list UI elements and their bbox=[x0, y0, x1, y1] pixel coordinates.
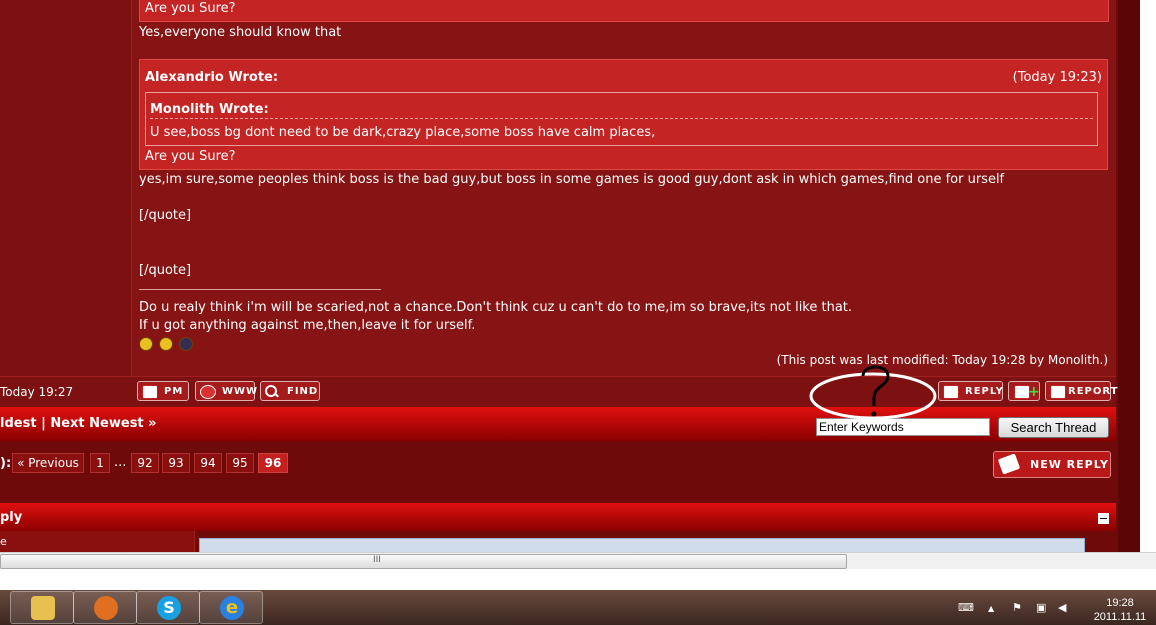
action-center-flag-icon[interactable]: ⚑ bbox=[1012, 601, 1022, 614]
page-button[interactable]: 94 bbox=[194, 453, 222, 473]
horizontal-scrollbar[interactable]: III bbox=[0, 552, 1156, 569]
keyboard-icon[interactable]: ⌨ bbox=[958, 601, 974, 614]
post-close-tag-2: [/quote] bbox=[139, 263, 192, 278]
quote-outer-author: Alexandrio Wrote: bbox=[145, 70, 279, 85]
quote-inner-body: U see,boss bg dont need to be dark,crazy… bbox=[150, 125, 656, 140]
post-time: Today 19:27 bbox=[0, 385, 74, 399]
quick-reply-label-cell: e bbox=[0, 531, 195, 552]
www-button-label: WWW bbox=[222, 386, 259, 397]
volume-icon[interactable]: ◀ bbox=[1058, 601, 1066, 614]
windows-taskbar: S e ⌨ ▲ ⚑ ▣ ◀ bbox=[0, 590, 1156, 625]
add-quote-button[interactable]: + bbox=[1008, 381, 1040, 401]
signature-smilies bbox=[139, 337, 199, 355]
next-newest-link[interactable]: Next Newest » bbox=[50, 416, 156, 431]
post-button-bar: Today 19:27 PM WWW FIND REPLY + REPORT bbox=[0, 376, 1117, 408]
signature-divider bbox=[139, 289, 381, 290]
taskbar-button-internet-explorer[interactable]: e bbox=[199, 591, 263, 624]
quote-outer-date: (Today 19:23) bbox=[1012, 70, 1102, 85]
page-button[interactable]: 93 bbox=[162, 453, 190, 473]
globe-icon bbox=[200, 385, 216, 399]
devil-smiley-icon bbox=[179, 337, 193, 351]
show-hidden-icons-icon[interactable]: ▲ bbox=[988, 604, 994, 613]
quote-outer-tail: Are you Sure? bbox=[145, 149, 236, 164]
angry-smiley-icon bbox=[159, 337, 173, 351]
report-button[interactable]: REPORT bbox=[1045, 381, 1117, 401]
report-icon bbox=[1050, 385, 1066, 399]
taskbar-button-media-player[interactable] bbox=[73, 591, 137, 624]
system-clock[interactable]: 19:28 2011.11.11 bbox=[1090, 596, 1150, 624]
find-button-label: FIND bbox=[287, 386, 319, 397]
magnifier-icon bbox=[265, 385, 279, 397]
thread-nav-links: ldest | Next Newest » bbox=[0, 416, 157, 431]
signature-line-1: Do u realy think i'm will be scaried,not… bbox=[139, 300, 853, 315]
page-button[interactable]: 92 bbox=[131, 453, 159, 473]
forum-page: Are you Sure? Yes,everyone should know t… bbox=[0, 0, 1156, 552]
previous-oldest-link[interactable]: ldest bbox=[0, 416, 37, 431]
quote-inner-author: Monolith Wrote: bbox=[150, 102, 269, 117]
new-reply-button[interactable]: NEW REPLY bbox=[993, 451, 1111, 478]
quote-block-outer: Alexandrio Wrote: (Today 19:23) Monolith… bbox=[139, 59, 1108, 170]
skype-icon: S bbox=[157, 596, 181, 620]
quote-divider bbox=[150, 118, 1093, 119]
collapse-icon[interactable] bbox=[1098, 513, 1109, 524]
www-button[interactable]: WWW bbox=[195, 381, 259, 401]
question-mark-scribble bbox=[809, 365, 937, 420]
page-1-button[interactable]: 1 bbox=[90, 453, 110, 473]
signature-line-2: If u got anything against me,then,leave … bbox=[139, 318, 476, 333]
post-author-column bbox=[0, 0, 132, 376]
reply-button-label: REPLY bbox=[965, 386, 1004, 397]
quote-tail-text: Are you Sure? bbox=[145, 1, 236, 16]
page-right-edge bbox=[1140, 0, 1156, 552]
reply-icon bbox=[943, 385, 959, 399]
media-player-icon bbox=[94, 596, 118, 620]
quote-block-inner: Monolith Wrote: U see,boss bg dont need … bbox=[145, 92, 1098, 146]
quick-reply-title: ply bbox=[0, 510, 23, 525]
angry-smiley-icon bbox=[139, 337, 153, 351]
taskbar-button-explorer[interactable] bbox=[10, 591, 74, 624]
post-reply-line: Yes,everyone should know that bbox=[139, 25, 342, 40]
plus-icon: + bbox=[1028, 384, 1041, 400]
pagination-ellipsis: ... bbox=[114, 455, 127, 470]
folder-icon bbox=[31, 596, 55, 620]
page-button[interactable]: 95 bbox=[226, 453, 254, 473]
pagination-label: ): bbox=[0, 456, 12, 471]
clock-time: 19:28 bbox=[1106, 597, 1134, 609]
nav-separator: | bbox=[41, 416, 46, 431]
pm-button[interactable]: PM bbox=[137, 381, 189, 401]
window-bottom-edge bbox=[0, 569, 1156, 590]
pm-button-label: PM bbox=[164, 386, 184, 397]
find-button[interactable]: FIND bbox=[260, 381, 320, 401]
quick-reply-body: e bbox=[0, 531, 1116, 552]
new-reply-label: NEW REPLY bbox=[1030, 458, 1109, 471]
envelope-icon bbox=[142, 385, 158, 399]
network-icon[interactable]: ▣ bbox=[1036, 601, 1046, 614]
post-close-tag-1: [/quote] bbox=[139, 208, 192, 223]
reply-button[interactable]: REPLY bbox=[938, 381, 1003, 401]
quote-top-tail: Are you Sure? bbox=[139, 0, 1109, 22]
quick-reply-row-label: e bbox=[0, 535, 7, 548]
quick-reply-header: ply bbox=[0, 503, 1116, 531]
quick-reply-editor-toolbar[interactable] bbox=[199, 538, 1085, 552]
internet-explorer-icon: e bbox=[220, 596, 244, 620]
clock-date: 2011.11.11 bbox=[1093, 611, 1147, 623]
scrollbar-grip-icon: III bbox=[373, 555, 381, 565]
current-page: 96 bbox=[258, 453, 288, 473]
scrollbar-thumb[interactable]: III bbox=[0, 554, 847, 569]
report-button-label: REPORT bbox=[1068, 386, 1119, 397]
previous-page-button[interactable]: « Previous bbox=[12, 453, 84, 473]
post-body-line: yes,im sure,some peoples think boss is t… bbox=[139, 172, 1005, 187]
search-thread-button[interactable]: Search Thread bbox=[998, 417, 1109, 438]
taskbar-button-skype[interactable]: S bbox=[136, 591, 200, 624]
new-reply-icon bbox=[997, 453, 1021, 475]
